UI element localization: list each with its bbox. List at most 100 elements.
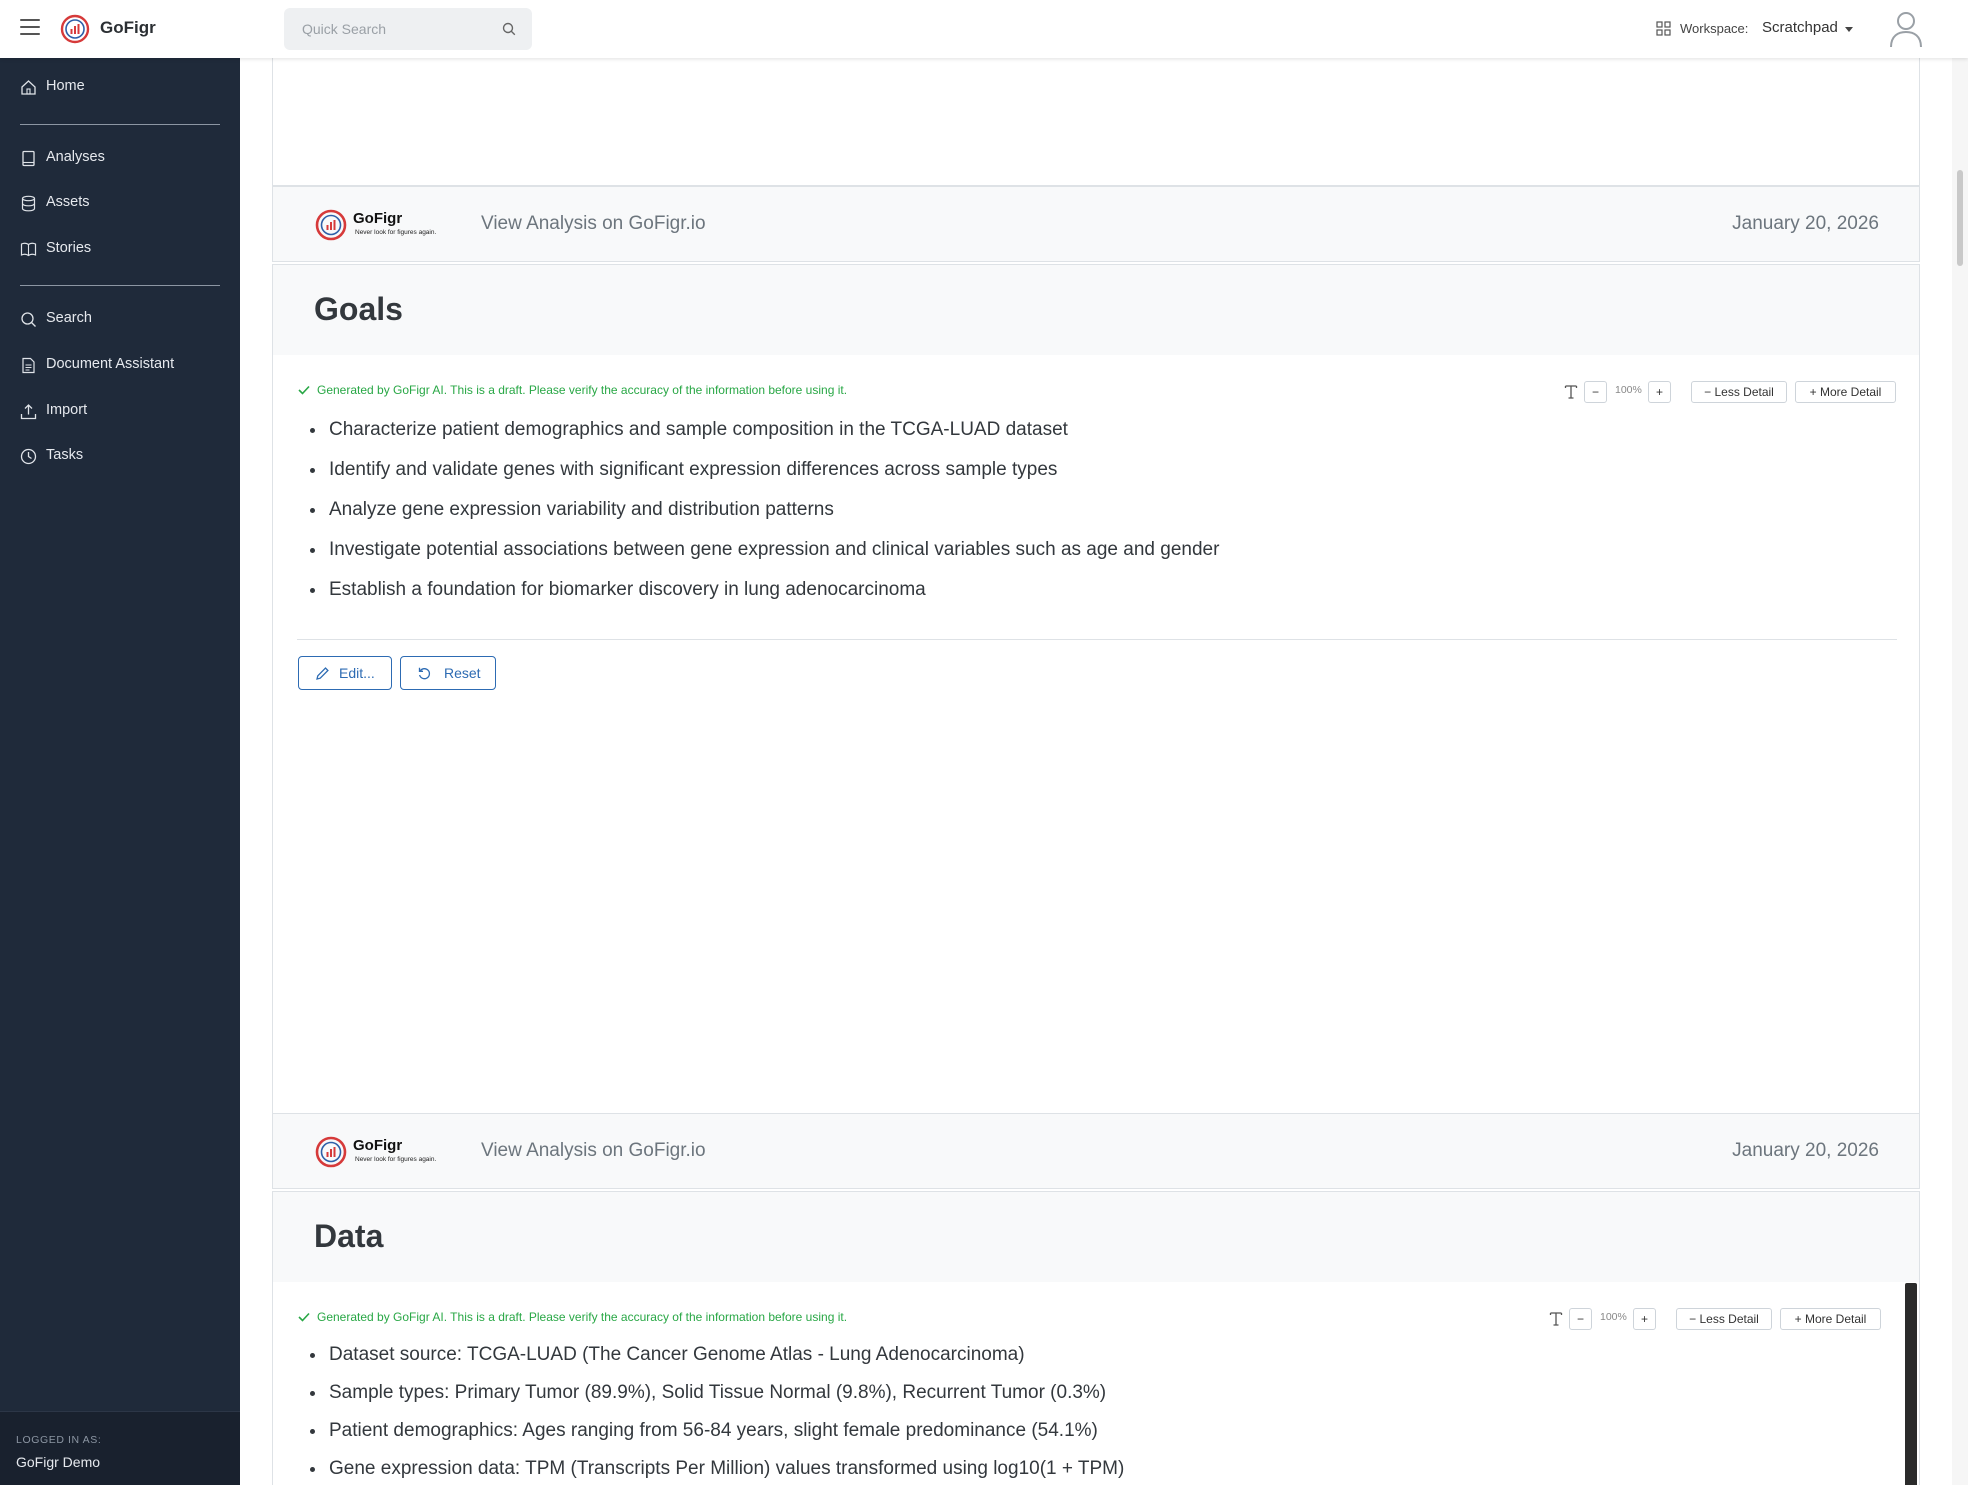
data-list: Dataset source: TCGA-LUAD (The Cancer Ge… — [327, 1336, 1124, 1485]
brand-name[interactable]: GoFigr — [100, 18, 156, 38]
pencil-icon — [316, 667, 329, 680]
scrollbar-thumb[interactable] — [1957, 170, 1963, 266]
top-bar: GoFigr Workspace: Scratchpad — [0, 0, 1968, 58]
text-toolbar: − 100% + − Less Detail + More Detail — [1564, 381, 1904, 403]
more-detail-label: More Detail — [1804, 1312, 1867, 1326]
document-icon — [22, 357, 35, 374]
more-detail-label: More Detail — [1819, 385, 1882, 399]
home-icon — [21, 80, 36, 95]
section-title: Goals — [314, 291, 403, 327]
gofigr-logo-icon — [315, 1136, 347, 1168]
grid-icon — [1656, 21, 1671, 36]
zoom-out-button[interactable]: − — [1584, 381, 1607, 403]
list-item: Characterize patient demographics and sa… — [327, 410, 1219, 450]
caret-down-icon[interactable] — [1845, 27, 1853, 32]
footer-brand: GoFigr — [353, 1137, 403, 1154]
quick-search[interactable] — [284, 8, 532, 50]
sidebar-item-document-assistant[interactable]: Document Assistant — [0, 345, 240, 385]
list-item: Patient demographics: Ages ranging from … — [327, 1412, 1124, 1450]
view-analysis-link[interactable]: View Analysis on GoFigr.io — [481, 213, 706, 235]
sidebar-item-label: Analyses — [46, 149, 105, 165]
sidebar-item-label: Document Assistant — [46, 356, 175, 372]
reset-icon — [418, 667, 431, 680]
sidebar-item-import[interactable]: Import — [0, 391, 240, 431]
footer-brand: GoFigr — [353, 210, 403, 227]
footer-tagline: Never look for figures again. — [355, 229, 437, 236]
inner-scrollbar[interactable] — [1905, 1283, 1917, 1485]
user-avatar-icon[interactable] — [1888, 10, 1924, 48]
gofigr-logo-icon — [315, 209, 347, 241]
reset-button[interactable]: Reset — [400, 656, 496, 690]
workspace-label: Workspace: — [1680, 21, 1749, 36]
logged-in-label: LOGGED IN AS: — [16, 1434, 102, 1446]
hamburger-menu-icon[interactable] — [20, 19, 40, 35]
list-item: Analyze gene expression variability and … — [327, 490, 1219, 530]
view-analysis-link[interactable]: View Analysis on GoFigr.io — [481, 1140, 706, 1162]
sidebar-item-assets[interactable]: Assets — [0, 183, 240, 223]
section-header-goals: Goals — [272, 264, 1920, 356]
less-detail-label: Less Detail — [1699, 1312, 1759, 1326]
sidebar-divider — [20, 285, 220, 286]
sidebar-item-label: Import — [46, 402, 88, 418]
sidebar-item-label: Assets — [46, 194, 90, 210]
list-item: Sample types: Primary Tumor (89.9%), Sol… — [327, 1374, 1124, 1412]
analysis-footer: GoFigr Never look for figures again. Vie… — [272, 186, 1920, 262]
more-detail-button[interactable]: + More Detail — [1780, 1308, 1881, 1330]
list-item: Establish a foundation for biomarker dis… — [327, 570, 1219, 610]
workspace-dropdown[interactable]: Scratchpad — [1762, 19, 1838, 36]
zoom-in-button[interactable]: + — [1633, 1308, 1656, 1330]
sidebar-item-search[interactable]: Search — [0, 299, 240, 339]
sidebar-item-home[interactable]: Home — [0, 67, 240, 107]
section-header-data: Data — [272, 1191, 1920, 1283]
more-detail-button[interactable]: + More Detail — [1795, 381, 1896, 403]
sidebar-item-label: Search — [46, 310, 92, 326]
text-toolbar: − 100% + − Less Detail + More Detail — [1549, 1308, 1889, 1330]
analysis-date: January 20, 2026 — [1732, 1140, 1879, 1161]
upload-icon — [20, 404, 37, 420]
less-detail-button[interactable]: − Less Detail — [1676, 1308, 1772, 1330]
ai-draft-notice: Generated by GoFigr AI. This is a draft.… — [298, 1310, 847, 1324]
search-icon[interactable] — [502, 22, 516, 36]
book-icon — [22, 150, 35, 167]
database-icon — [21, 195, 36, 212]
analysis-footer: GoFigr Never look for figures again. Vie… — [272, 1113, 1920, 1189]
zoom-out-button[interactable]: − — [1569, 1308, 1592, 1330]
sidebar-item-tasks[interactable]: Tasks — [0, 436, 240, 476]
search-icon — [21, 312, 36, 327]
edit-label: Edit... — [339, 665, 375, 681]
ai-draft-text: Generated by GoFigr AI. This is a draft.… — [317, 383, 848, 397]
open-book-icon — [20, 242, 37, 257]
sidebar-item-analyses[interactable]: Analyses — [0, 138, 240, 178]
footer-tagline: Never look for figures again. — [355, 1156, 437, 1163]
list-item: Identify and validate genes with signifi… — [327, 450, 1219, 490]
quick-search-input[interactable] — [284, 8, 494, 50]
clock-icon — [20, 448, 37, 465]
sidebar-item-label: Tasks — [46, 447, 84, 463]
main-content: GoFigr Never look for figures again. Vie… — [240, 58, 1968, 1485]
text-size-icon — [1564, 385, 1578, 399]
logged-in-panel: LOGGED IN AS: GoFigr Demo — [0, 1411, 240, 1485]
section-divider — [297, 639, 1897, 640]
section-title: Data — [314, 1218, 384, 1254]
reset-label: Reset — [444, 665, 481, 681]
ai-draft-text: Generated by GoFigr AI. This is a draft.… — [317, 1310, 848, 1324]
page-scrollbar[interactable] — [1952, 58, 1968, 1485]
logged-in-user: GoFigr Demo — [16, 1454, 101, 1470]
sidebar-item-label: Stories — [46, 240, 92, 256]
zoom-level: 100% — [1600, 1311, 1627, 1323]
gofigr-logo-icon[interactable] — [60, 14, 90, 44]
sidebar-item-label: Home — [46, 78, 85, 94]
check-icon — [298, 385, 310, 395]
zoom-level: 100% — [1615, 384, 1642, 396]
check-icon — [298, 1312, 310, 1322]
list-item: Dataset source: TCGA-LUAD (The Cancer Ge… — [327, 1336, 1124, 1374]
zoom-in-button[interactable]: + — [1648, 381, 1671, 403]
list-item: Investigate potential associations betwe… — [327, 530, 1219, 570]
less-detail-button[interactable]: − Less Detail — [1691, 381, 1787, 403]
edit-button[interactable]: Edit... — [298, 656, 392, 690]
sidebar: Home Analyses Assets Stories Search Docu… — [0, 58, 240, 1485]
sidebar-item-stories[interactable]: Stories — [0, 229, 240, 269]
analysis-date: January 20, 2026 — [1732, 213, 1879, 234]
text-size-icon — [1549, 1312, 1563, 1326]
goals-list: Characterize patient demographics and sa… — [327, 410, 1219, 610]
